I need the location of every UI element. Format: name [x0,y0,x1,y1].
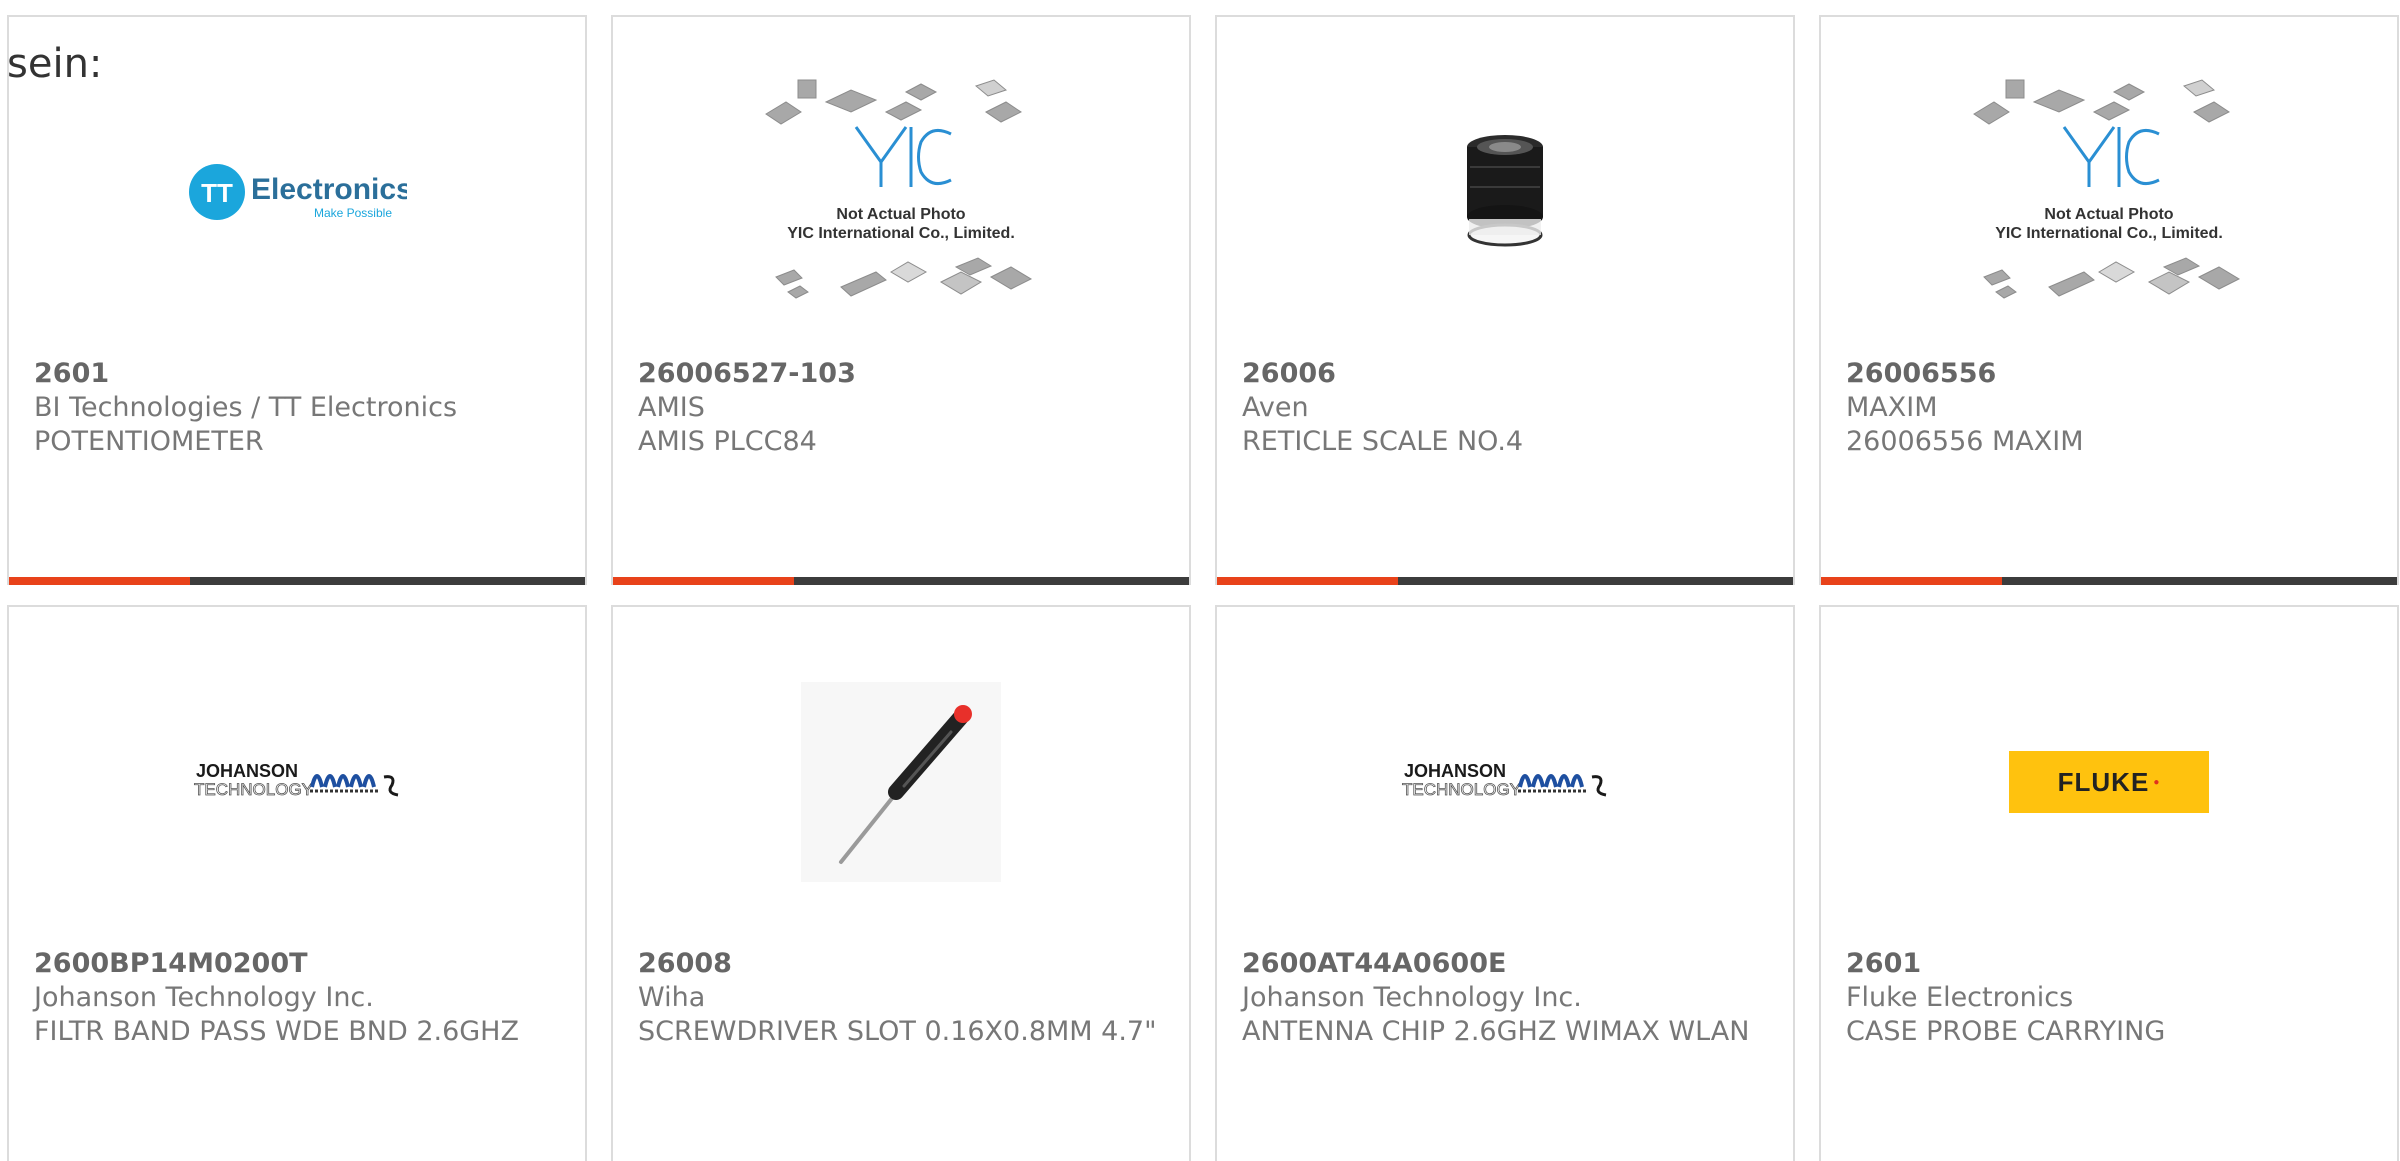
product-card[interactable]: FLUKE ● 2601 Fluke Electronics CASE PROBE… [1819,605,2399,1161]
part-number[interactable]: 26006527-103 [638,357,1159,391]
product-info: 26006 Aven RETICLE SCALE NO.4 [1242,357,1763,459]
manufacturer: Johanson Technology Inc. [1242,982,1582,1013]
product-card[interactable]: 26008 Wiha SCREWDRIVER SLOT 0.16X0.8MM 4… [611,605,1191,1161]
manufacturer: BI Technologies / TT Electronics [34,392,458,423]
page: sein: TT Electronics Make Possible 2601 … [0,0,2400,1161]
progress-bar [9,577,585,585]
manufacturer: MAXIM [1846,392,1938,423]
progress-fill [9,577,191,585]
manufacturer: Aven [1242,392,1309,423]
product-info: 26006556 MAXIM 26006556 MAXIM [1846,357,2367,459]
description: 26006556 MAXIM [1846,426,2084,457]
description: FILTR BAND PASS WDE BND 2.6GHZ [34,1016,519,1047]
tt-electronics-logo: TT Electronics Make Possible [189,164,407,220]
product-card[interactable]: 26006 Aven RETICLE SCALE NO.4 [1215,15,1795,585]
part-number[interactable]: 2600BP14M0200T [34,947,555,981]
svg-text:JOHANSON: JOHANSON [1404,761,1506,781]
product-card[interactable]: Not Actual Photo YIC International Co., … [1819,15,2399,585]
chip-packages-icon [765,79,1033,299]
svg-text:Make Possible: Make Possible [314,206,392,220]
product-card[interactable]: TT Electronics Make Possible 2601 BI Tec… [7,15,587,585]
svg-text:JOHANSON: JOHANSON [196,761,298,781]
description: AMIS PLCC84 [638,426,817,457]
product-image: FLUKE ● [1821,662,2397,902]
progress-fill [1821,577,2003,585]
yic-placeholder-image: Not Actual Photo YIC International Co., … [756,72,1046,312]
product-card[interactable]: Not Actual Photo YIC International Co., … [611,15,1191,585]
product-info: 26006527-103 AMIS AMIS PLCC84 [638,357,1159,459]
intro-text: sein: [7,41,103,87]
screwdriver-icon [839,705,972,864]
part-number[interactable]: 2601 [1846,947,2367,981]
product-info: 2601 Fluke Electronics CASE PROBE CARRYI… [1846,947,2367,1049]
manufacturer: AMIS [638,392,705,423]
progress-bar [613,577,1189,585]
screwdriver-photo [801,682,1001,882]
chip-packages-icon [1973,79,2241,299]
johanson-logo: JOHANSON TECHNOLOGY [194,761,399,799]
svg-text:TECHNOLOGY: TECHNOLOGY [1402,780,1521,799]
product-image [613,662,1189,902]
product-grid: TT Electronics Make Possible 2601 BI Tec… [7,15,2399,1161]
product-image: Not Actual Photo YIC International Co., … [613,72,1189,312]
product-image: Not Actual Photo YIC International Co., … [1821,72,2397,312]
placeholder-caption: Not Actual Photo YIC International Co., … [787,206,1015,242]
manufacturer: Fluke Electronics [1846,982,2074,1013]
product-info: 26008 Wiha SCREWDRIVER SLOT 0.16X0.8MM 4… [638,947,1159,1049]
part-number[interactable]: 26006556 [1846,357,2367,391]
svg-text:TT: TT [201,178,233,208]
progress-bar [1821,577,2397,585]
manufacturer: Wiha [638,982,706,1013]
part-number[interactable]: 2600AT44A0600E [1242,947,1763,981]
progress-fill [1217,577,1399,585]
manufacturer: Johanson Technology Inc. [34,982,374,1013]
magnifier-loupe-icon [1467,135,1543,247]
part-number[interactable]: 26008 [638,947,1159,981]
product-info: 2600BP14M0200T Johanson Technology Inc. … [34,947,555,1049]
product-image [1217,72,1793,312]
progress-fill [613,577,795,585]
fluke-logo: FLUKE ● [2009,751,2209,813]
product-card[interactable]: JOHANSON TECHNOLOGY 2600AT44A0600E Johan… [1215,605,1795,1161]
part-number[interactable]: 26006 [1242,357,1763,391]
svg-text:Electronics: Electronics [251,173,407,206]
description: SCREWDRIVER SLOT 0.16X0.8MM 4.7" [638,1016,1157,1047]
description: RETICLE SCALE NO.4 [1242,426,1524,457]
product-image: JOHANSON TECHNOLOGY [9,662,585,902]
product-image: TT Electronics Make Possible [9,72,585,312]
yic-placeholder-image: Not Actual Photo YIC International Co., … [1964,72,2254,312]
part-number[interactable]: 2601 [34,357,555,391]
description: CASE PROBE CARRYING [1846,1016,2166,1047]
description: POTENTIOMETER [34,426,264,457]
description: ANTENNA CHIP 2.6GHZ WIMAX WLAN [1242,1016,1750,1047]
svg-text:TECHNOLOGY: TECHNOLOGY [194,780,313,799]
johanson-logo: JOHANSON TECHNOLOGY [1402,761,1607,799]
registered-mark-icon: ● [2153,776,2161,788]
product-info: 2600AT44A0600E Johanson Technology Inc. … [1242,947,1763,1049]
placeholder-caption: Not Actual Photo YIC International Co., … [1995,206,2223,242]
progress-bar [1217,577,1793,585]
product-image: JOHANSON TECHNOLOGY [1217,662,1793,902]
product-info: 2601 BI Technologies / TT Electronics PO… [34,357,555,459]
product-card[interactable]: JOHANSON TECHNOLOGY 2600BP14M0200T Johan… [7,605,587,1161]
